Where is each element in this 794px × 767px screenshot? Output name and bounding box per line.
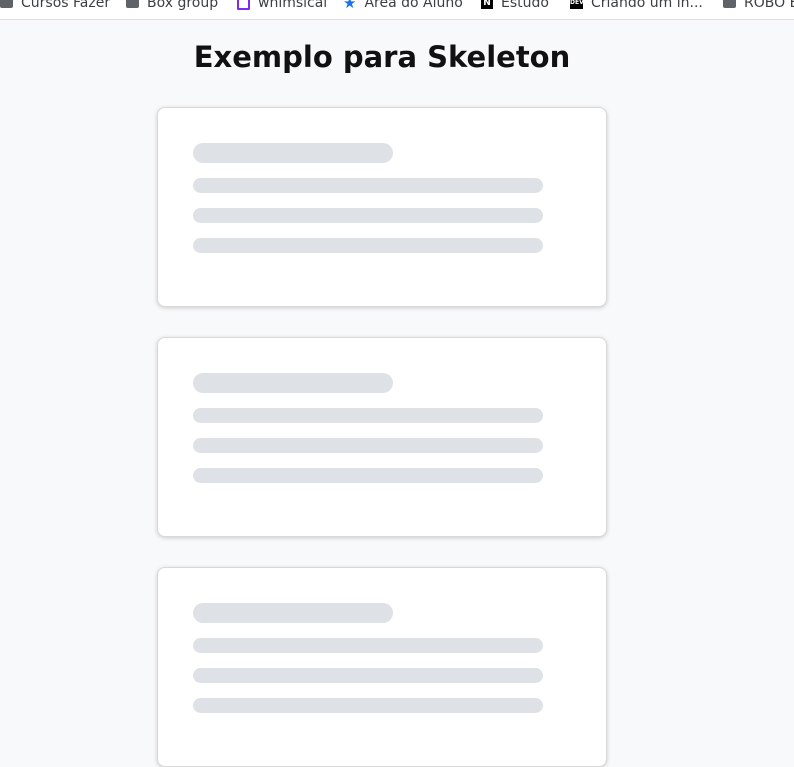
bookmark-area-do-aluno[interactable]: ★ Área do Aluno — [343, 0, 463, 13]
page-title: Exemplo para Skeleton — [193, 40, 571, 74]
skeleton-title-placeholder — [193, 373, 393, 393]
bookmark-criando-um[interactable]: DEV Criando um in... — [570, 0, 703, 13]
bookmark-estudo[interactable]: N Estudo — [481, 0, 549, 13]
bookmark-whimsical[interactable]: whimsical — [237, 0, 327, 13]
notion-icon: N — [481, 0, 493, 9]
bookmark-label: Cursos Fazer — [21, 0, 111, 11]
bookmarks-bar: Cursos Fazer Box group whimsical ★ Área … — [0, 0, 794, 20]
bookmark-box-group[interactable]: Box group — [126, 0, 218, 13]
bookmark-cursos-fazer[interactable]: Cursos Fazer — [0, 0, 110, 13]
skeleton-line-placeholder — [193, 438, 543, 453]
bookmark-label: Criando um in... — [591, 0, 703, 11]
skeleton-line-placeholder — [193, 178, 543, 193]
bookmark-robo[interactable]: ROBÔ E — [723, 0, 794, 13]
bookmark-label: Box group — [147, 0, 219, 11]
folder-icon — [126, 0, 139, 8]
skeleton-line-placeholder — [193, 638, 543, 653]
skeleton-line-placeholder — [193, 468, 543, 483]
skeleton-line-placeholder — [193, 408, 543, 423]
skeleton-card — [157, 337, 607, 537]
skeleton-card — [157, 107, 607, 307]
folder-icon — [723, 0, 736, 8]
bookmark-label: whimsical — [258, 0, 328, 11]
whimsical-icon — [237, 0, 250, 10]
skeleton-line-placeholder — [193, 208, 543, 223]
skeleton-title-placeholder — [193, 143, 393, 163]
skeleton-line-placeholder — [193, 668, 543, 683]
folder-icon — [0, 0, 13, 8]
bookmark-label: ROBÔ E — [744, 0, 794, 11]
skeleton-card — [157, 567, 607, 767]
skeleton-line-placeholder — [193, 698, 543, 713]
bookmark-label: Estudo — [501, 0, 549, 11]
bookmark-label: Área do Aluno — [364, 0, 463, 11]
skeleton-line-placeholder — [193, 238, 543, 253]
star-icon: ★ — [343, 0, 357, 12]
dev-icon: DEV — [570, 0, 584, 9]
skeleton-title-placeholder — [193, 603, 393, 623]
